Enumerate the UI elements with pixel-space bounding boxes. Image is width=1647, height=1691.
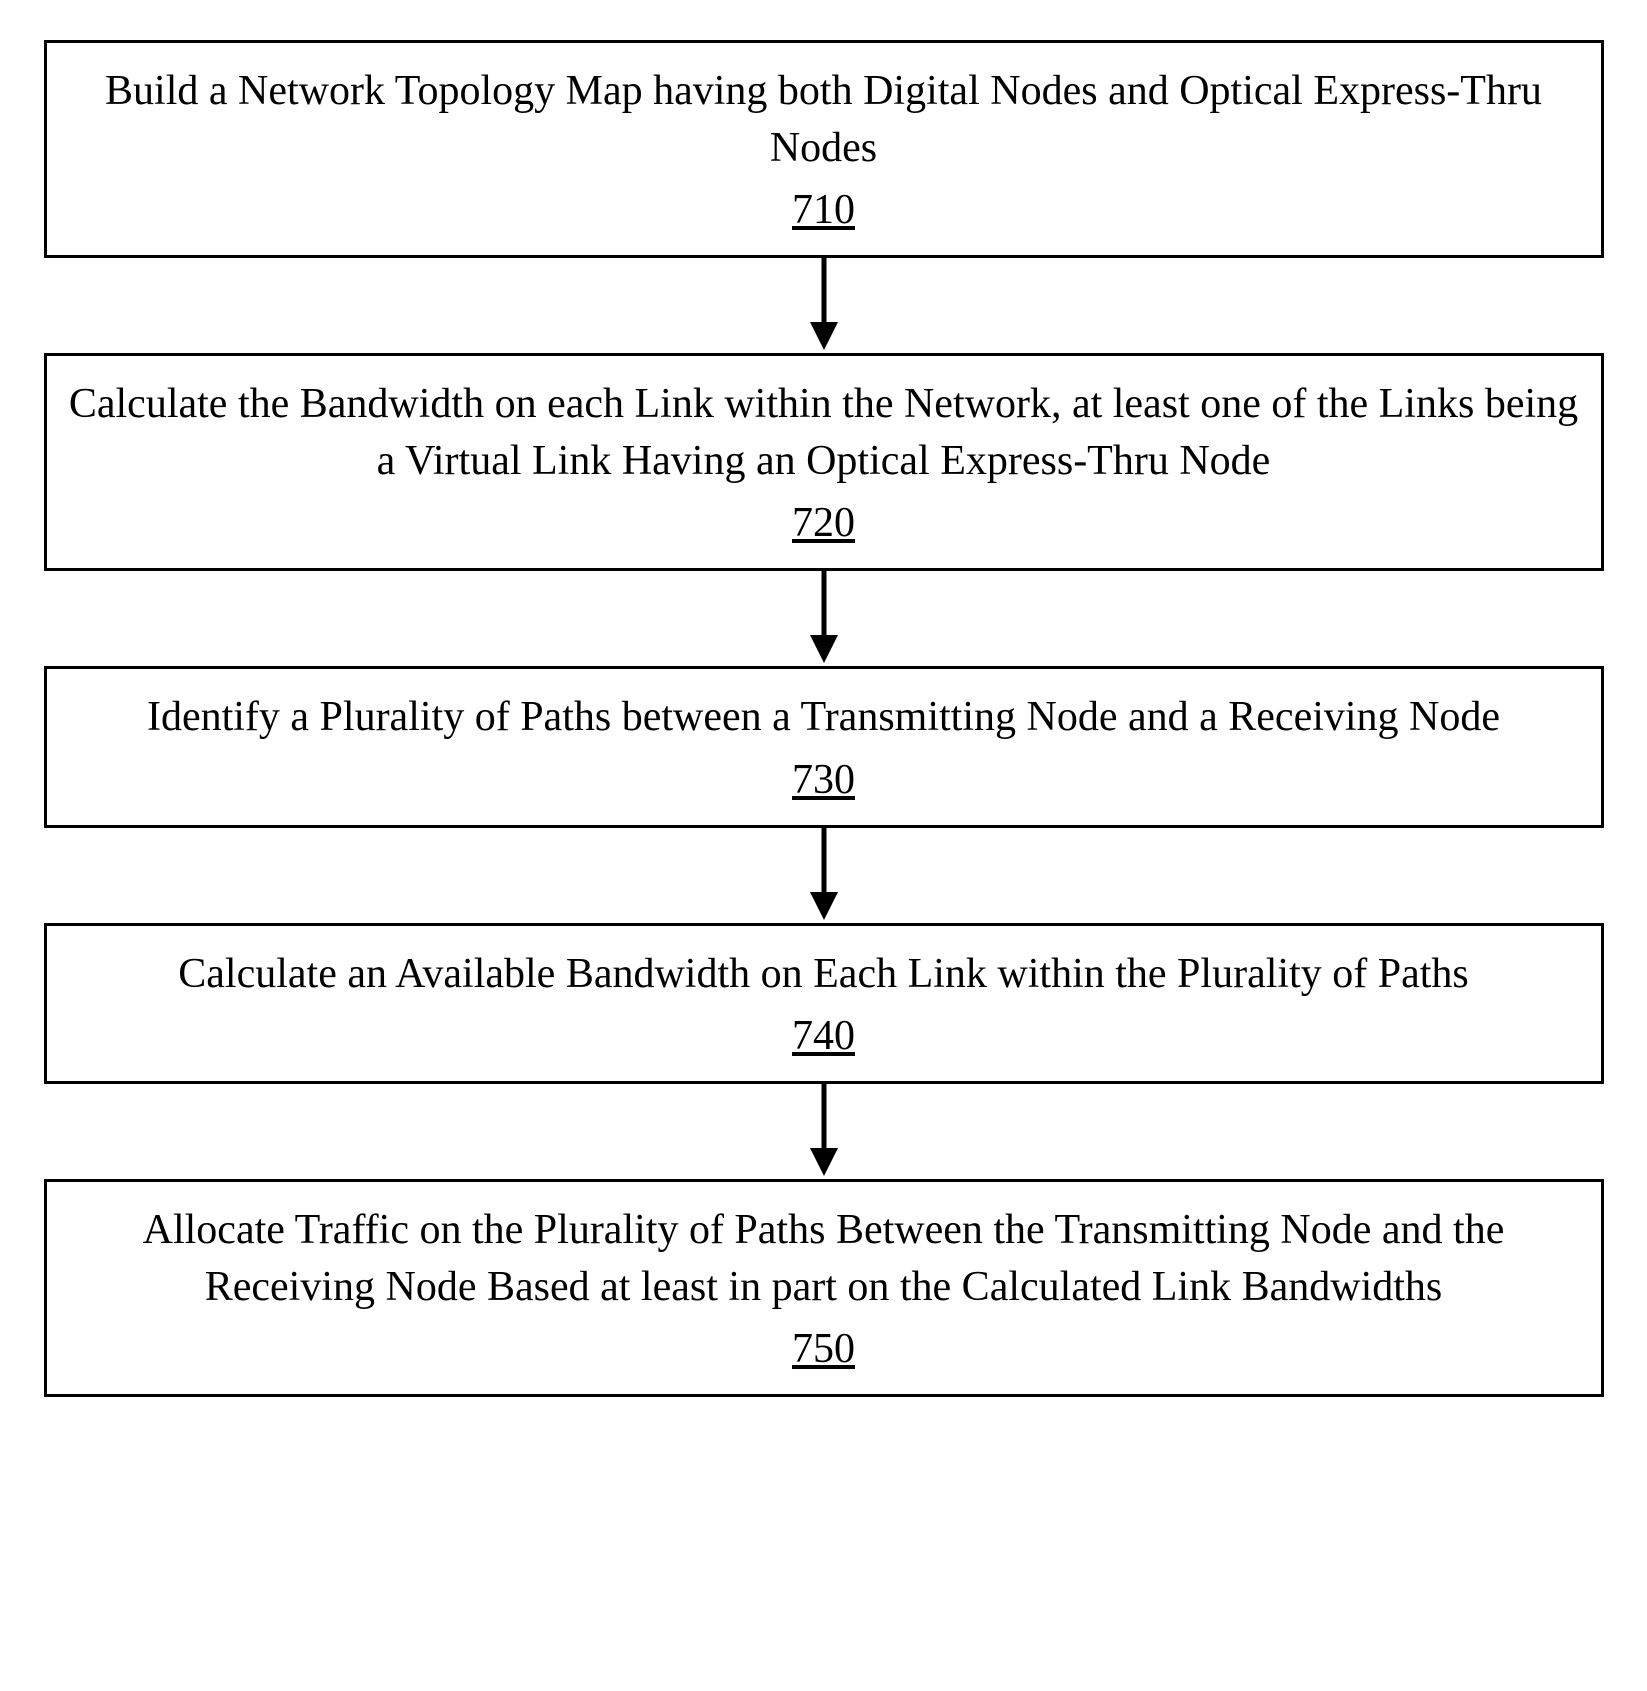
step-text: Calculate the Bandwidth on each Link wit… bbox=[69, 381, 1578, 484]
step-box-730: Identify a Plurality of Paths between a … bbox=[44, 666, 1604, 827]
step-ref: 750 bbox=[792, 1321, 855, 1378]
arrow-icon bbox=[804, 258, 844, 353]
step-text: Allocate Traffic on the Plurality of Pat… bbox=[143, 1207, 1505, 1310]
arrow-icon bbox=[804, 1084, 844, 1179]
step-ref: 720 bbox=[792, 495, 855, 552]
arrow-icon bbox=[804, 828, 844, 923]
arrow-icon bbox=[804, 571, 844, 666]
step-ref: 710 bbox=[792, 182, 855, 239]
step-text: Identify a Plurality of Paths between a … bbox=[147, 694, 1500, 740]
flowchart: Build a Network Topology Map having both… bbox=[44, 40, 1604, 1397]
step-ref: 740 bbox=[792, 1008, 855, 1065]
step-box-750: Allocate Traffic on the Plurality of Pat… bbox=[44, 1179, 1604, 1397]
step-box-740: Calculate an Available Bandwidth on Each… bbox=[44, 923, 1604, 1084]
step-text: Build a Network Topology Map having both… bbox=[105, 68, 1542, 171]
step-text: Calculate an Available Bandwidth on Each… bbox=[178, 951, 1468, 997]
step-box-720: Calculate the Bandwidth on each Link wit… bbox=[44, 353, 1604, 571]
step-box-710: Build a Network Topology Map having both… bbox=[44, 40, 1604, 258]
step-ref: 730 bbox=[792, 752, 855, 809]
